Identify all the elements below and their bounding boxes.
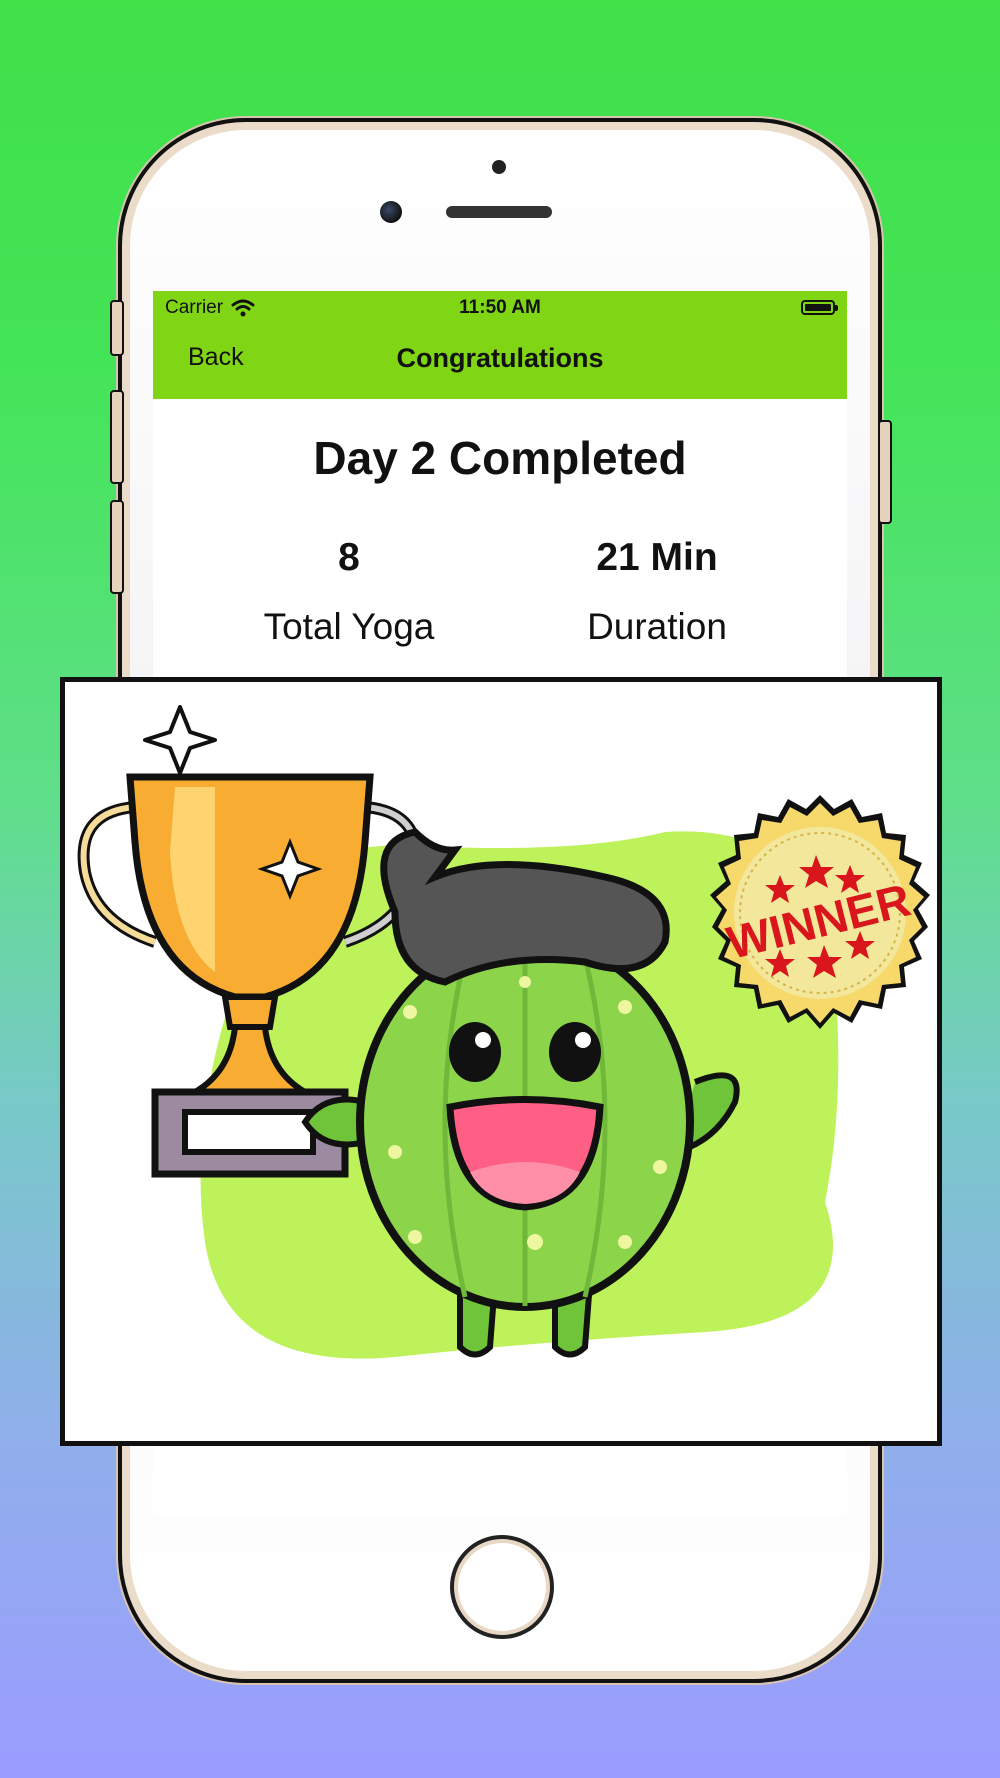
navigation-bar: Carrier 11:50 AM Back Congratulations <box>153 291 847 399</box>
stat-total-yoga: 8 Total Yoga <box>199 536 499 648</box>
status-time: 11:50 AM <box>459 297 541 318</box>
stat-value: 8 <box>338 536 360 579</box>
winner-illustration-card: WINNER <box>60 677 942 1446</box>
stat-label: Total Yoga <box>263 606 435 647</box>
front-camera <box>380 201 402 223</box>
phone-volume-down-button <box>110 500 124 594</box>
stat-label: Duration <box>587 606 727 647</box>
sparkle-icon <box>143 705 217 775</box>
winner-illustration: WINNER <box>77 705 930 1359</box>
stat-value: 21 Min <box>596 536 718 579</box>
phone-side-button <box>110 300 124 356</box>
earpiece-speaker <box>446 206 552 218</box>
day-completed-title: Day 2 Completed <box>313 432 687 484</box>
phone-power-button <box>878 420 892 524</box>
stat-duration: 21 Min Duration <box>507 536 807 648</box>
battery-icon <box>801 300 838 315</box>
page-title: Congratulations <box>396 343 604 373</box>
home-button[interactable] <box>450 1535 554 1639</box>
phone-volume-up-button <box>110 390 124 484</box>
proximity-sensor <box>492 160 506 174</box>
